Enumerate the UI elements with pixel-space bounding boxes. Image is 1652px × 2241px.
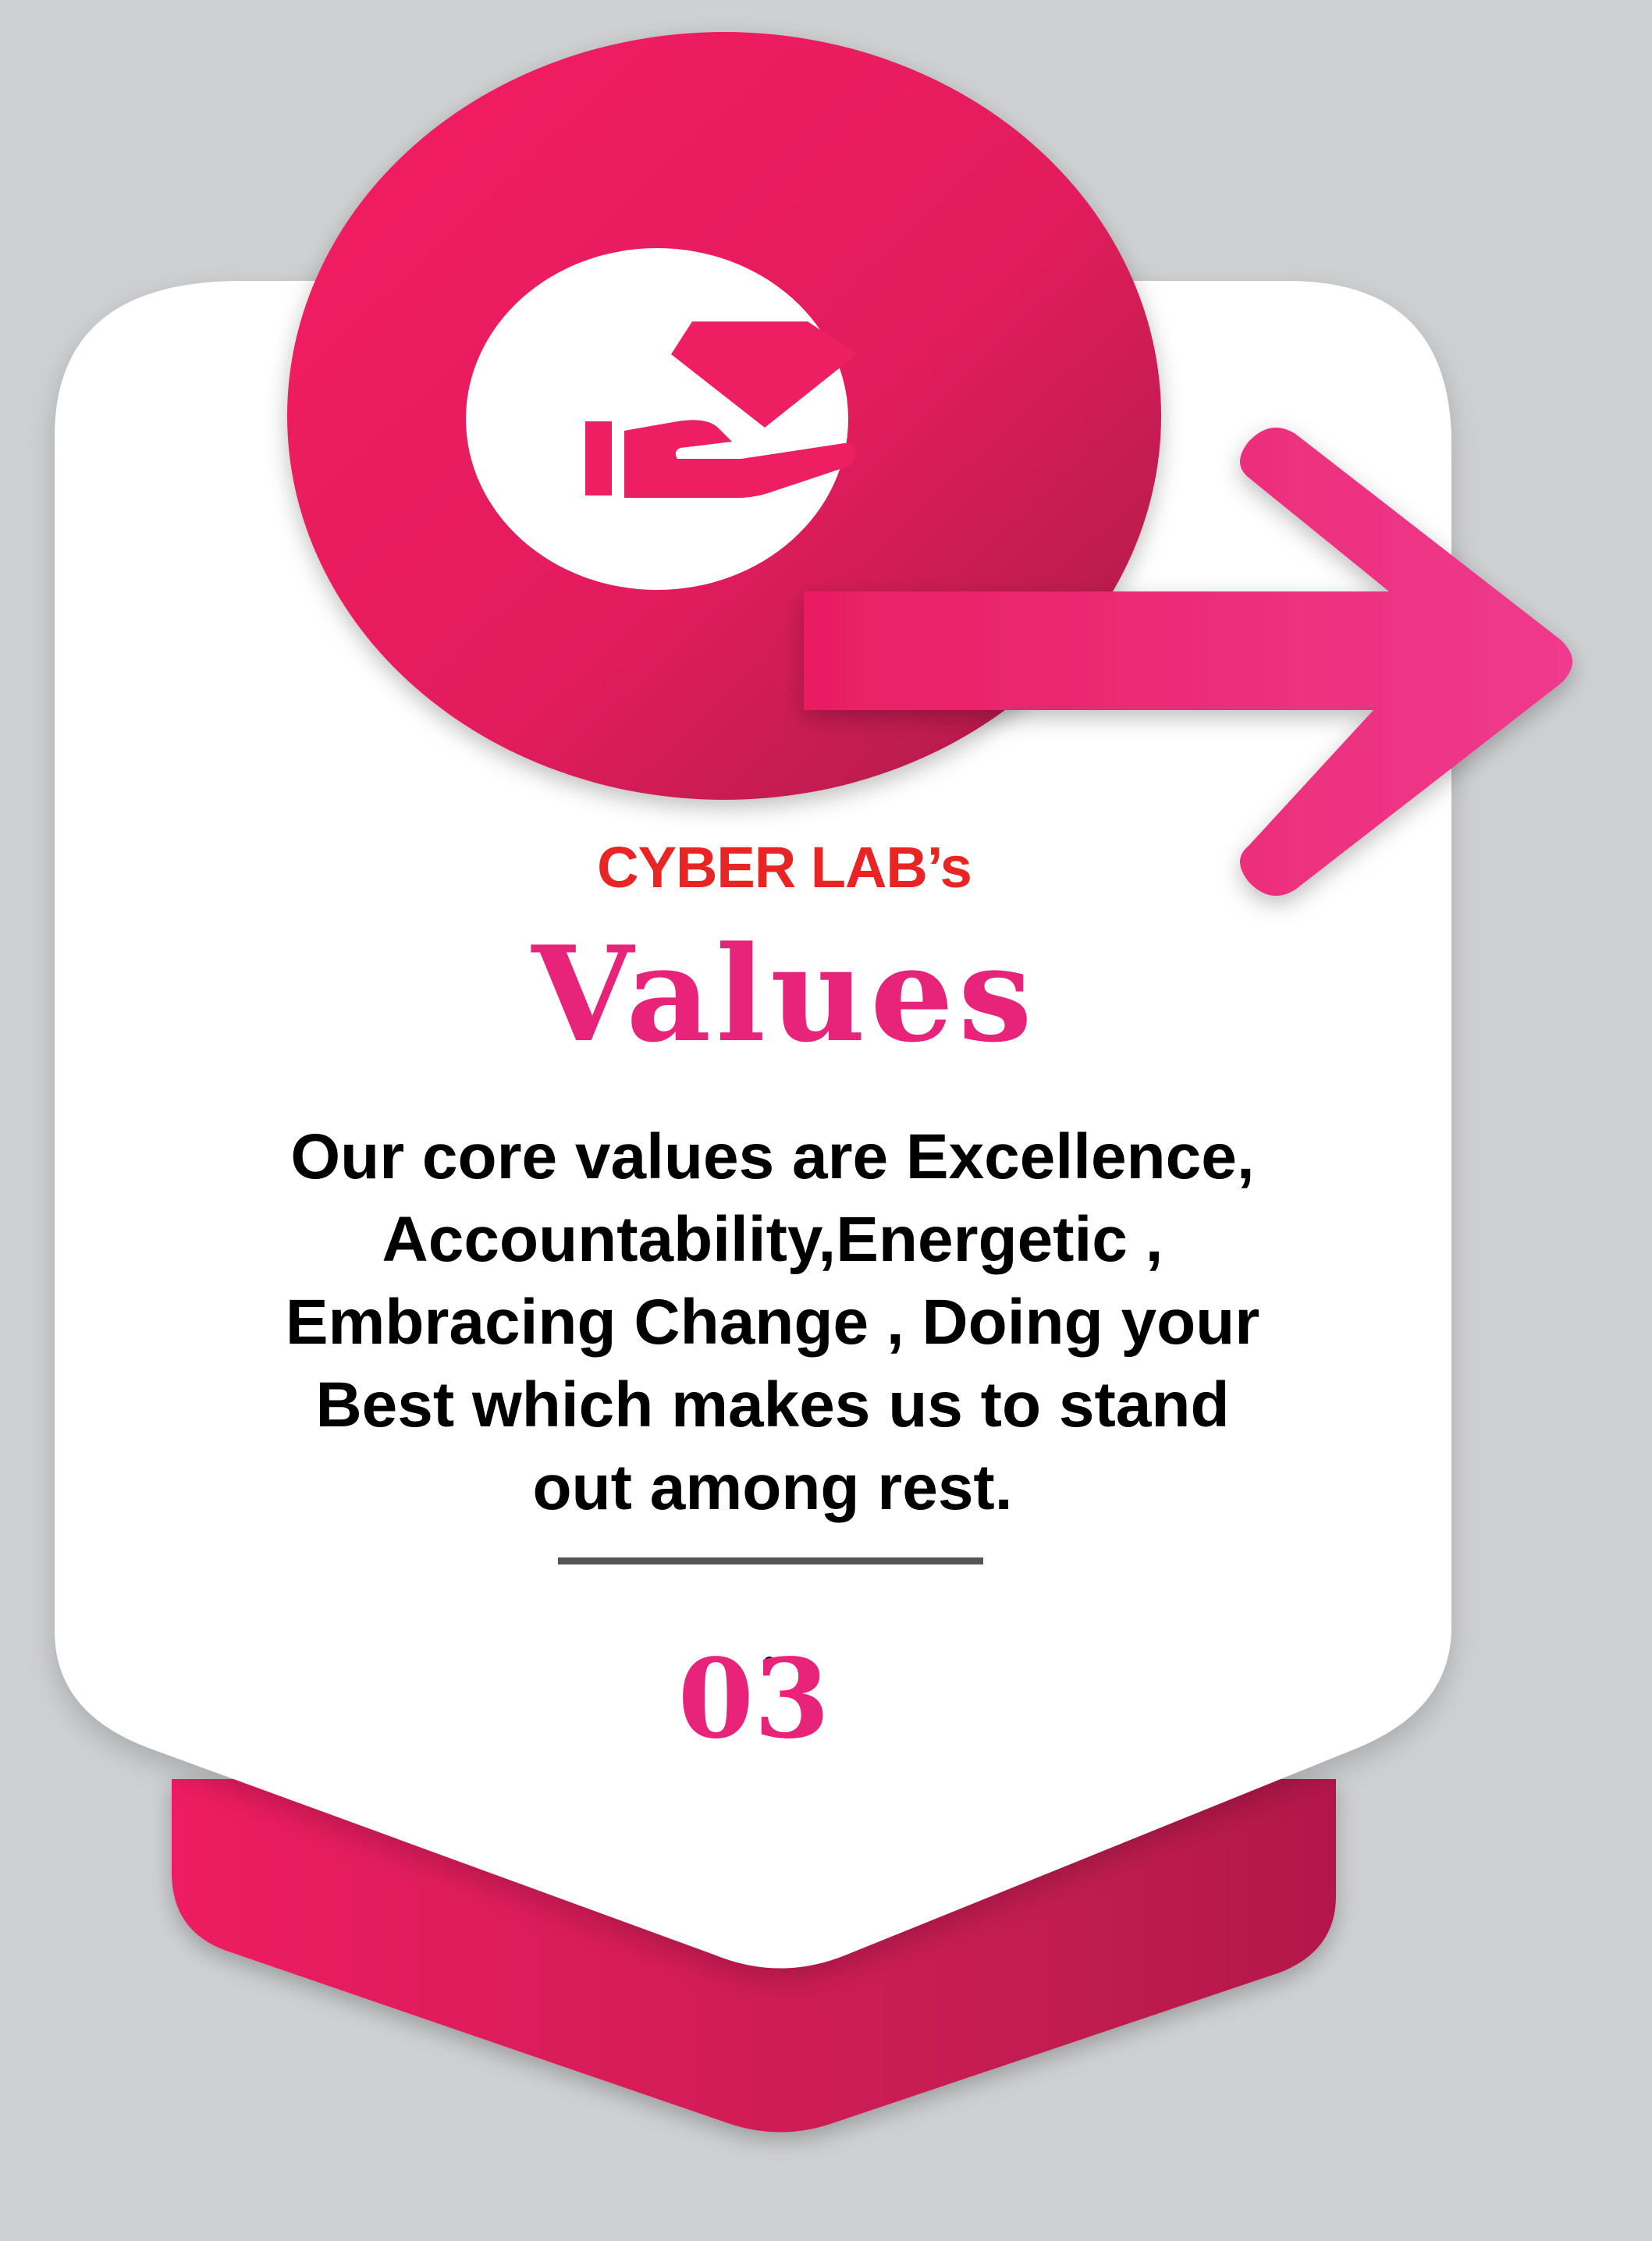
icon-inner-circle [466, 248, 848, 590]
step-number: 03 [677, 1635, 830, 1763]
page-title: Values [531, 917, 1037, 1071]
divider-line [558, 1557, 983, 1564]
brand-heading: CYBER LAB’s [597, 835, 972, 900]
values-description: Our core values are Excellence, Accounta… [285, 1121, 1260, 1523]
